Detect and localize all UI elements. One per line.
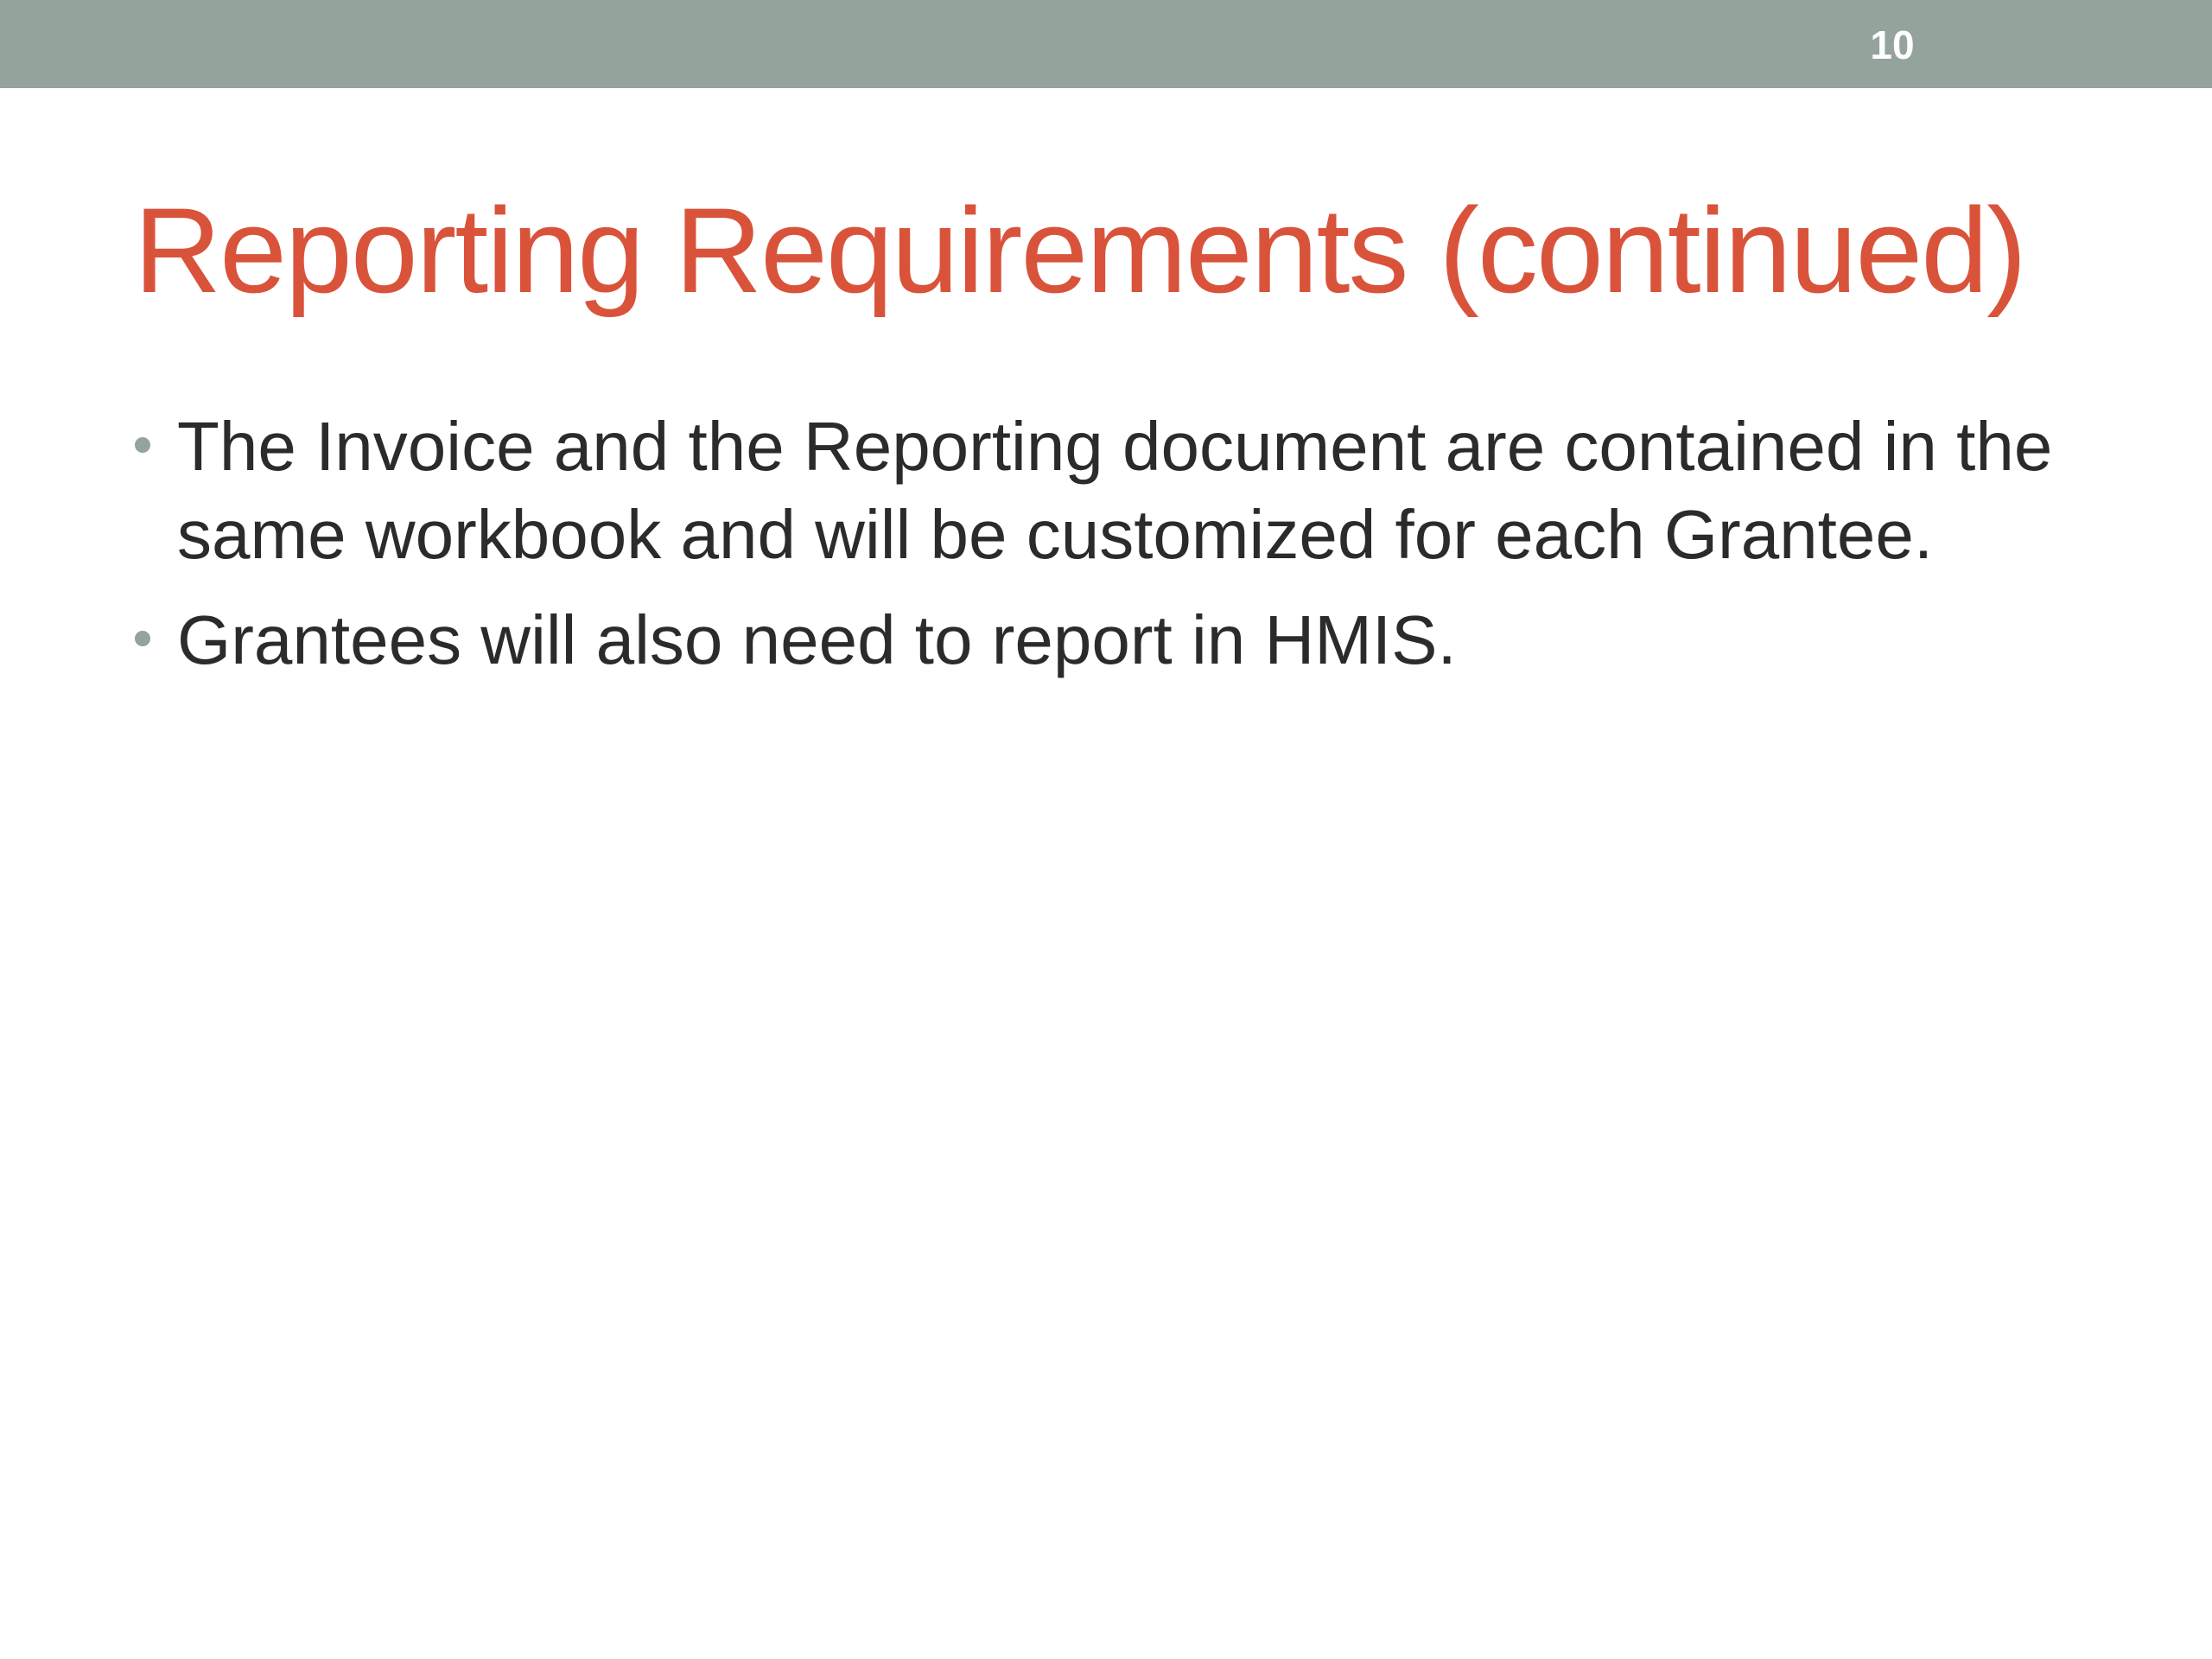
bullet-icon bbox=[135, 437, 150, 453]
slide-title: Reporting Requirements (continued) bbox=[134, 182, 2027, 318]
bullet-text: Grantees will also need to report in HMI… bbox=[177, 601, 1457, 678]
bullet-text: The Invoice and the Reporting document a… bbox=[177, 408, 2053, 573]
bullet-list: The Invoice and the Reporting document a… bbox=[130, 403, 2100, 684]
bullet-icon bbox=[135, 631, 150, 646]
slide-number: 10 bbox=[1870, 22, 1915, 67]
header-bar: 10 bbox=[0, 0, 2212, 88]
bullet-item: Grantees will also need to report in HMI… bbox=[130, 596, 2100, 684]
bullet-item: The Invoice and the Reporting document a… bbox=[130, 403, 2100, 579]
slide: 10 Reporting Requirements (continued) Th… bbox=[0, 0, 2212, 1659]
